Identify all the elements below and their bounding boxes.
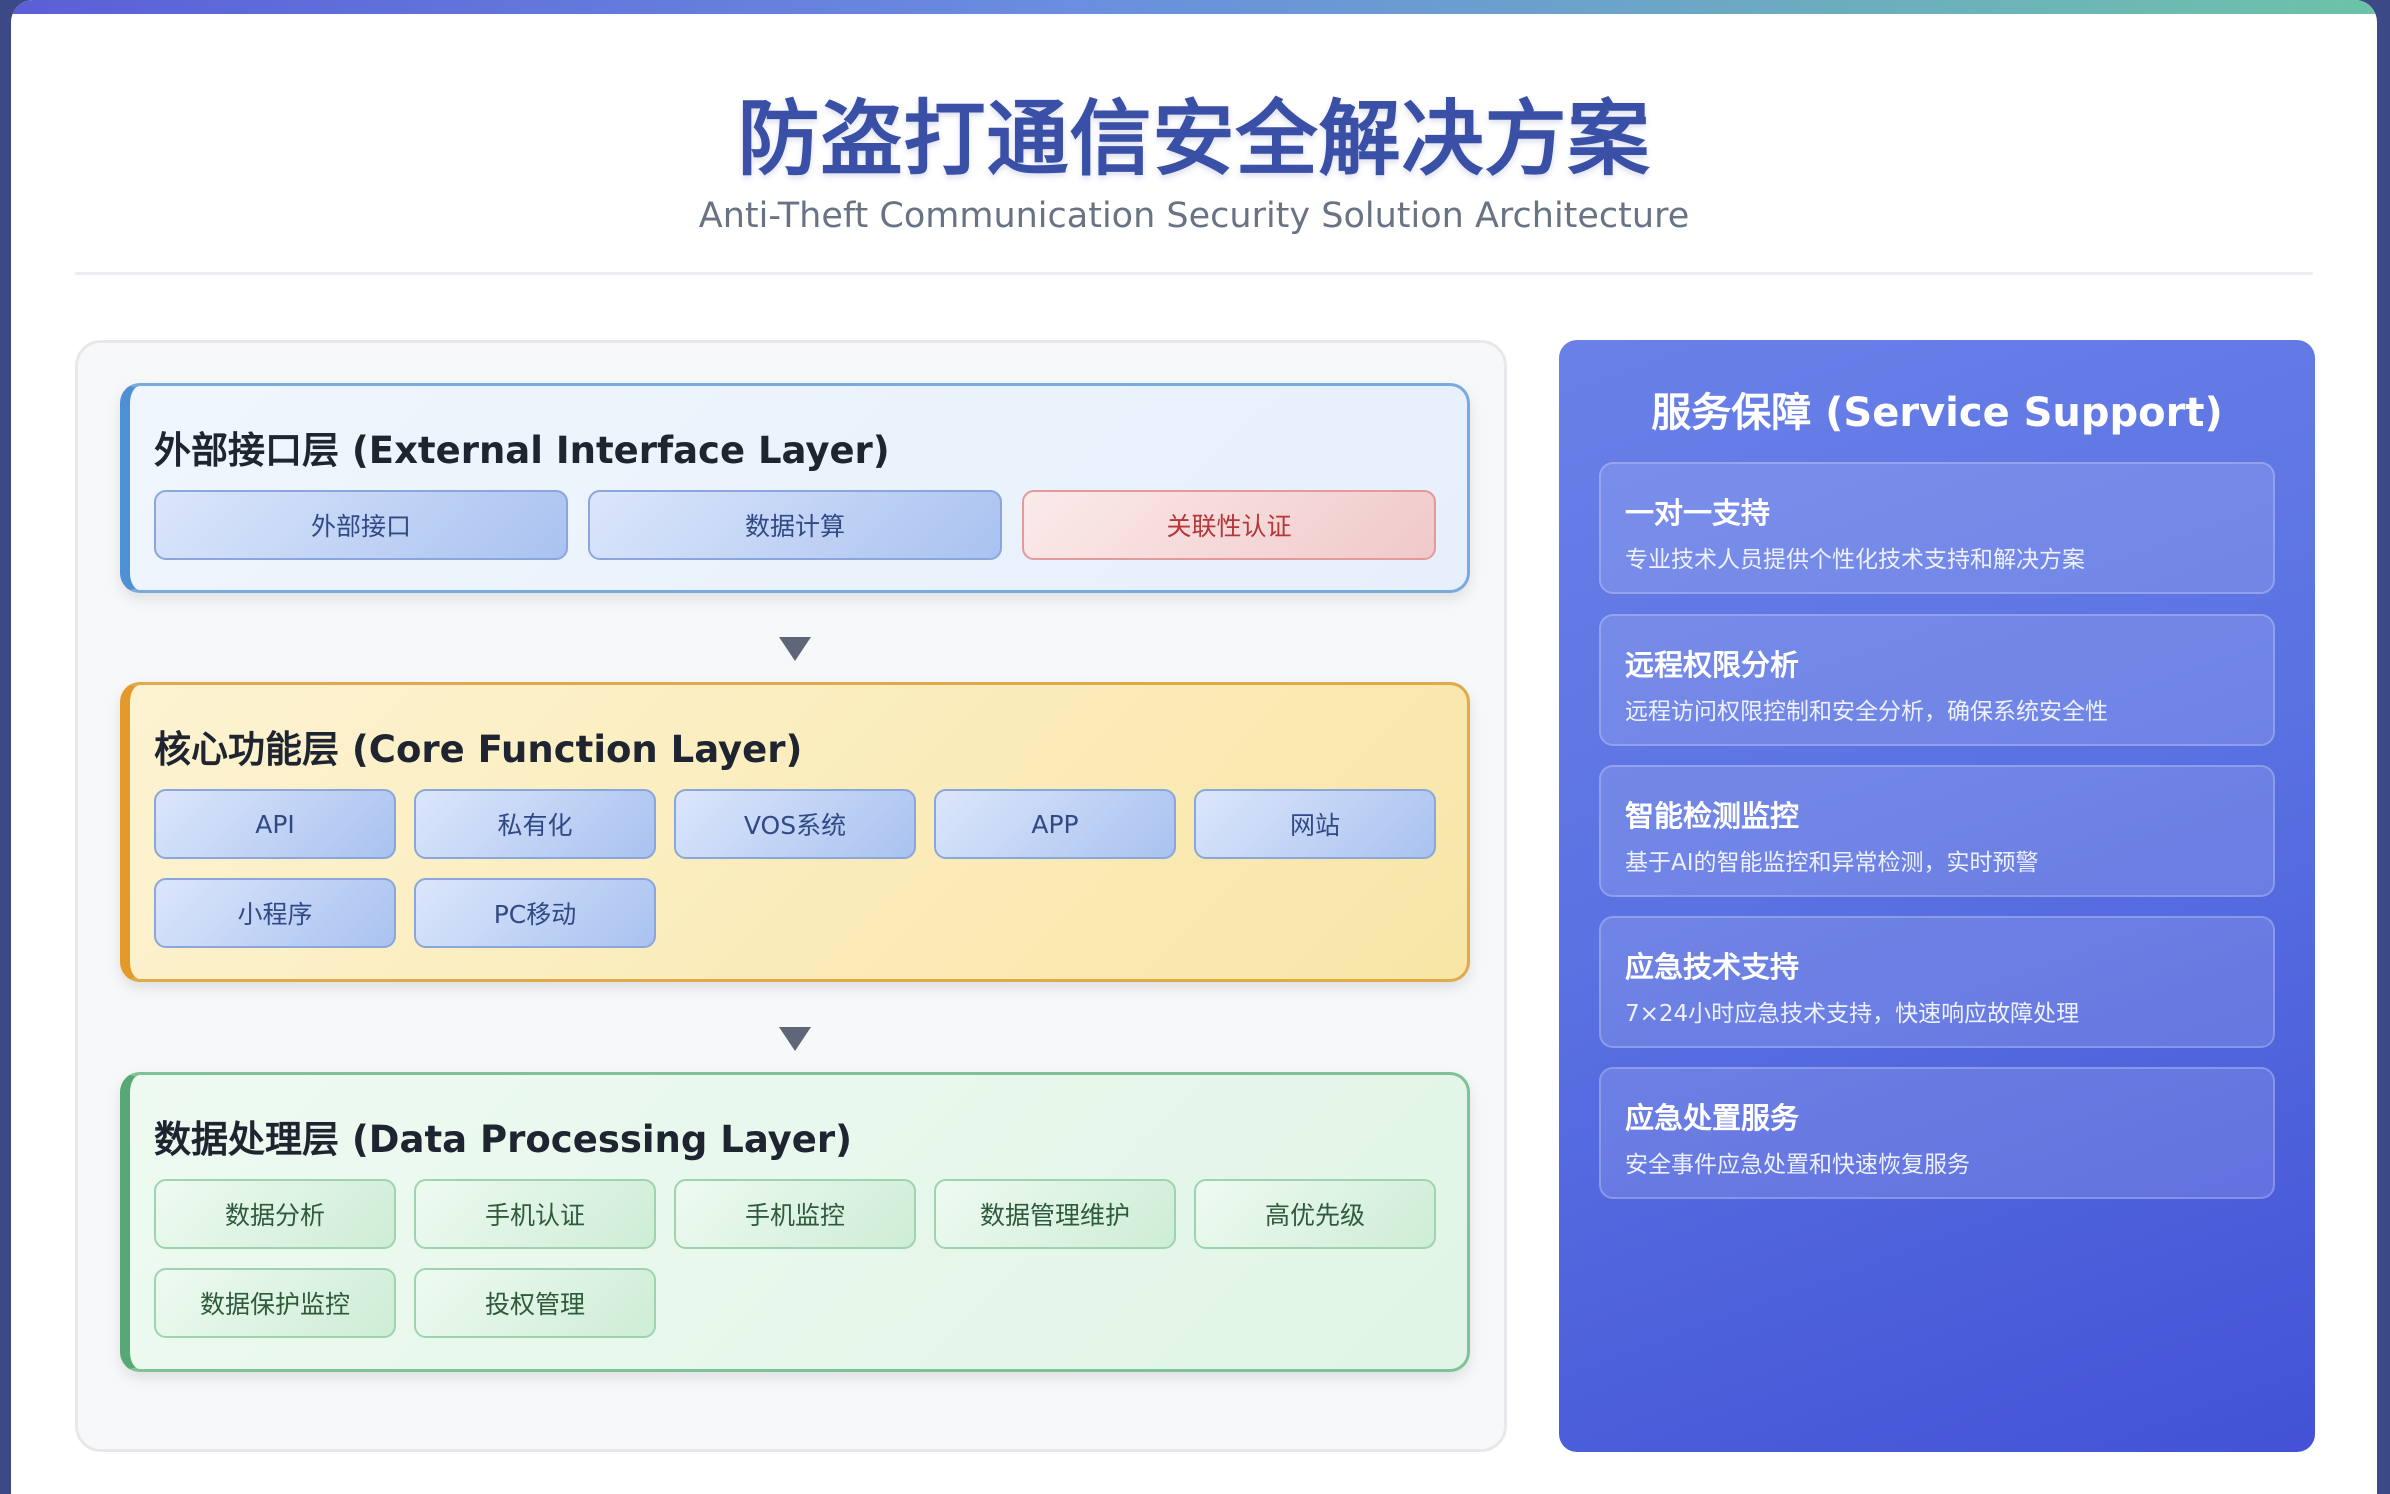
service-support-panel: 服务保障 (Service Support) 一对一支持 专业技术人员提供个性化…	[1559, 340, 2315, 1452]
layer-item[interactable]: 高优先级	[1194, 1179, 1436, 1249]
data-processing-layer: 数据处理层 (Data Processing Layer) 数据分析 手机认证 …	[120, 1072, 1470, 1372]
service-card-title: 应急技术支持	[1625, 950, 1800, 984]
layer-item-highlight[interactable]: 关联性认证	[1022, 490, 1436, 560]
layer-item[interactable]: 数据管理维护	[934, 1179, 1176, 1249]
service-card-title: 智能检测监控	[1625, 799, 1800, 833]
service-card[interactable]: 应急处置服务 安全事件应急处置和快速恢复服务	[1599, 1067, 2275, 1199]
layer-title: 数据处理层 (Data Processing Layer)	[154, 1118, 853, 1161]
down-triangle-icon	[779, 637, 811, 661]
layer-item[interactable]: 手机认证	[414, 1179, 656, 1249]
layer-item[interactable]: 网站	[1194, 789, 1436, 859]
down-triangle-icon	[779, 1027, 811, 1051]
layer-item[interactable]: VOS系统	[674, 789, 916, 859]
top-accent-bar	[11, 0, 2377, 14]
core-function-layer: 核心功能层 (Core Function Layer) API 私有化 VOS系…	[120, 682, 1470, 982]
service-card-title: 远程权限分析	[1625, 648, 1800, 682]
layer-item[interactable]: API	[154, 789, 396, 859]
page-title: 防盗打通信安全解决方案	[737, 92, 1651, 187]
service-card-description: 7×24小时应急技术支持，快速响应故障处理	[1625, 1001, 2080, 1027]
service-card-description: 远程访问权限控制和安全分析，确保系统安全性	[1625, 699, 2108, 725]
service-card-description: 基于AI的智能监控和异常检测，实时预警	[1625, 850, 2039, 876]
layer-item[interactable]: 手机监控	[674, 1179, 916, 1249]
layer-item[interactable]: 数据分析	[154, 1179, 396, 1249]
layer-item[interactable]: PC移动	[414, 878, 656, 948]
layer-item[interactable]: APP	[934, 789, 1176, 859]
service-card-description: 安全事件应急处置和快速恢复服务	[1625, 1152, 1970, 1178]
service-card-title: 一对一支持	[1625, 496, 1771, 530]
layer-title: 核心功能层 (Core Function Layer)	[154, 728, 803, 771]
header-divider	[75, 272, 2313, 275]
service-card-title: 应急处置服务	[1625, 1101, 1800, 1135]
layer-title: 外部接口层 (External Interface Layer)	[154, 429, 890, 472]
layer-item[interactable]: 数据计算	[588, 490, 1002, 560]
layer-item[interactable]: 投权管理	[414, 1268, 656, 1338]
layer-item[interactable]: 外部接口	[154, 490, 568, 560]
service-card[interactable]: 应急技术支持 7×24小时应急技术支持，快速响应故障处理	[1599, 916, 2275, 1048]
service-card-description: 专业技术人员提供个性化技术支持和解决方案	[1625, 547, 2085, 573]
page-subtitle: Anti-Theft Communication Security Soluti…	[698, 196, 1690, 236]
page-frame: 防盗打通信安全解决方案 Anti-Theft Communication Sec…	[11, 0, 2377, 1494]
layer-item[interactable]: 小程序	[154, 878, 396, 948]
service-panel-title: 服务保障 (Service Support)	[1651, 390, 2223, 436]
service-card[interactable]: 智能检测监控 基于AI的智能监控和异常检测，实时预警	[1599, 765, 2275, 897]
layer-item[interactable]: 数据保护监控	[154, 1268, 396, 1338]
service-card[interactable]: 一对一支持 专业技术人员提供个性化技术支持和解决方案	[1599, 462, 2275, 594]
architecture-panel: 外部接口层 (External Interface Layer) 外部接口 数据…	[75, 340, 1507, 1452]
layer-item[interactable]: 私有化	[414, 789, 656, 859]
service-card[interactable]: 远程权限分析 远程访问权限控制和安全分析，确保系统安全性	[1599, 614, 2275, 746]
external-interface-layer: 外部接口层 (External Interface Layer) 外部接口 数据…	[120, 383, 1470, 593]
